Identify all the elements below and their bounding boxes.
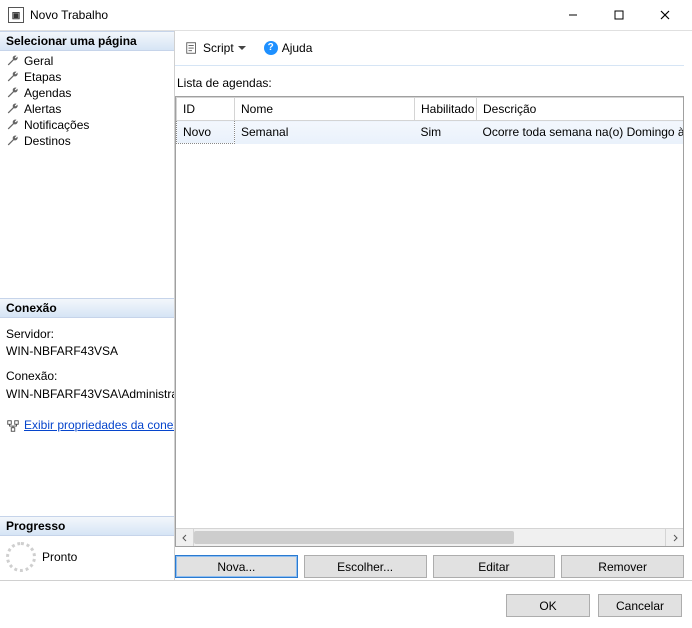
chevron-down-icon	[238, 46, 246, 50]
server-value: WIN-NBFARF43VSA	[6, 343, 168, 360]
left-panel: Selecionar uma página Geral Etapas Agend…	[0, 31, 175, 580]
list-label: Lista de agendas:	[175, 76, 684, 96]
wrench-icon	[6, 54, 20, 68]
nav-item-etapas[interactable]: Etapas	[4, 69, 174, 85]
help-button[interactable]: ? Ajuda	[260, 39, 317, 57]
network-icon	[6, 419, 20, 433]
ok-button[interactable]: OK	[506, 594, 590, 617]
scroll-left-button[interactable]	[176, 529, 194, 546]
schedule-grid: ID Nome Habilitado Descrição Novo Semana…	[175, 96, 684, 547]
nav-item-destinos[interactable]: Destinos	[4, 133, 174, 149]
maximize-button[interactable]	[596, 0, 642, 30]
dialog-footer: OK Cancelar	[0, 581, 692, 628]
help-label: Ajuda	[282, 41, 313, 55]
cell-habilitado: Sim	[415, 121, 477, 144]
col-header-descricao[interactable]: Descrição	[477, 98, 684, 121]
close-button[interactable]	[642, 0, 688, 30]
server-label: Servidor:	[6, 326, 168, 343]
progress-status: Pronto	[42, 550, 77, 564]
nav-item-label: Notificações	[24, 118, 89, 132]
nav-item-label: Destinos	[24, 134, 71, 148]
wrench-icon	[6, 70, 20, 84]
connection-label: Conexão:	[6, 368, 168, 385]
nav-item-notificacoes[interactable]: Notificações	[4, 117, 174, 133]
scrollbar-track[interactable]	[194, 529, 665, 546]
script-label: Script	[203, 41, 234, 55]
nav-item-label: Etapas	[24, 70, 61, 84]
progress-header: Progresso	[0, 516, 174, 536]
app-icon: ▣	[8, 7, 24, 23]
connection-header: Conexão	[0, 298, 174, 318]
nav-item-label: Geral	[24, 54, 53, 68]
progress-spinner-icon	[6, 542, 36, 572]
nav-item-alertas[interactable]: Alertas	[4, 101, 174, 117]
table-row[interactable]: Novo Semanal Sim Ocorre toda semana na(o…	[177, 121, 684, 144]
progress-body: Pronto	[0, 536, 174, 580]
script-icon	[185, 41, 199, 55]
col-header-id[interactable]: ID	[177, 98, 235, 121]
wrench-icon	[6, 86, 20, 100]
view-connection-props-link[interactable]: Exibir propriedades da conexão	[24, 417, 175, 434]
edit-button[interactable]: Editar	[433, 555, 556, 578]
col-header-habilitado[interactable]: Habilitado	[415, 98, 477, 121]
scroll-right-button[interactable]	[665, 529, 683, 546]
help-icon: ?	[264, 41, 278, 55]
content-area: Lista de agendas: ID Nome Habilitado De	[175, 65, 684, 580]
col-header-nome[interactable]: Nome	[235, 98, 415, 121]
select-page-header: Selecionar uma página	[0, 31, 174, 51]
schedule-table[interactable]: ID Nome Habilitado Descrição Novo Semana…	[176, 97, 683, 144]
connection-value: WIN-NBFARF43VSA\Administrador	[6, 386, 168, 403]
cell-id: Novo	[177, 121, 235, 144]
right-panel: Script ? Ajuda Lista de agendas:	[175, 31, 692, 580]
scrollbar-thumb[interactable]	[194, 531, 514, 544]
nav-item-agendas[interactable]: Agendas	[4, 85, 174, 101]
minimize-button[interactable]	[550, 0, 596, 30]
remove-button[interactable]: Remover	[561, 555, 684, 578]
horizontal-scrollbar[interactable]	[176, 528, 683, 546]
window-title: Novo Trabalho	[30, 8, 550, 22]
script-dropdown[interactable]: Script	[181, 39, 250, 57]
choose-button[interactable]: Escolher...	[304, 555, 427, 578]
nav-item-geral[interactable]: Geral	[4, 53, 174, 69]
wrench-icon	[6, 102, 20, 116]
toolbar: Script ? Ajuda	[175, 31, 684, 65]
connection-body: Servidor: WIN-NBFARF43VSA Conexão: WIN-N…	[0, 318, 174, 445]
window-controls	[550, 0, 688, 30]
nav-item-label: Alertas	[24, 102, 61, 116]
title-bar: ▣ Novo Trabalho	[0, 0, 692, 31]
cancel-button[interactable]: Cancelar	[598, 594, 682, 617]
nav-list: Geral Etapas Agendas Alertas Notificaçõe…	[0, 51, 174, 155]
grid-actions: Nova... Escolher... Editar Remover	[175, 547, 684, 578]
wrench-icon	[6, 118, 20, 132]
new-button[interactable]: Nova...	[175, 555, 298, 578]
wrench-icon	[6, 134, 20, 148]
cell-descricao: Ocorre toda semana na(o) Domingo à	[477, 121, 684, 144]
nav-item-label: Agendas	[24, 86, 71, 100]
cell-nome: Semanal	[235, 121, 415, 144]
